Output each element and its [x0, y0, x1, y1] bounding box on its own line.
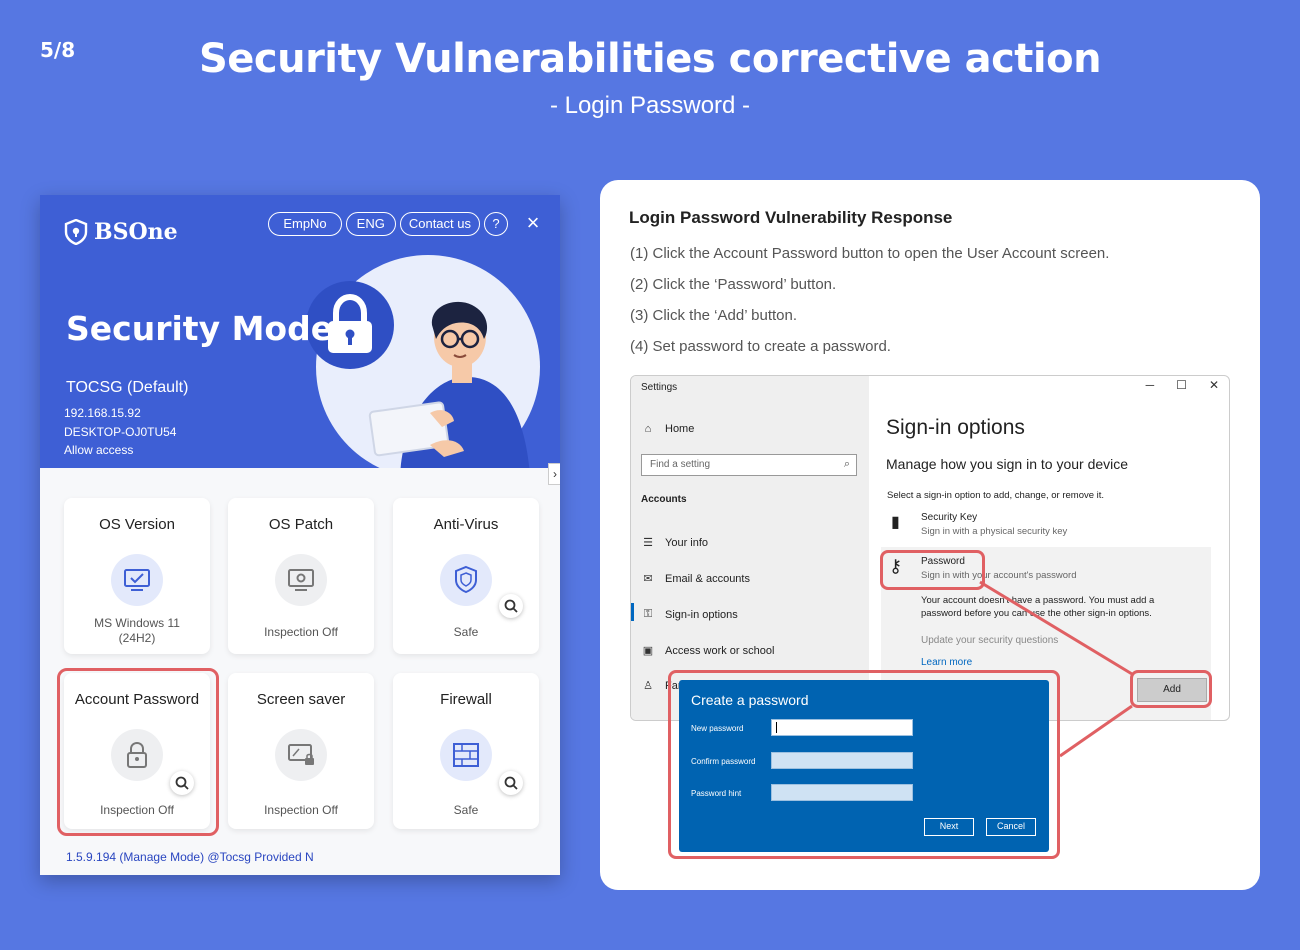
ip-address: 192.168.15.92 [64, 406, 141, 420]
monitor-gear-icon [275, 554, 327, 606]
card-title: Anti-Virus [433, 516, 499, 533]
nav-home[interactable]: ⌂ Home [641, 423, 695, 435]
card-title: Firewall [440, 691, 492, 708]
security-key-desc: Sign in with a physical security key [921, 526, 1068, 537]
card-title: OS Version [99, 516, 175, 533]
card-screen-saver[interactable]: Screen saver Inspection Off [228, 673, 374, 829]
page-description: Select a sign-in option to add, change, … [887, 490, 1105, 501]
create-password-dialog: Create a password New password Confirm p… [679, 680, 1049, 852]
step-3: (3) Click the ‘Add’ button. [630, 307, 798, 324]
home-icon: ⌂ [644, 423, 652, 435]
brand-name: BSOne [94, 219, 178, 245]
collapse-panel-button[interactable]: › [548, 463, 560, 485]
learn-more-link[interactable]: Learn more [921, 657, 972, 668]
card-os-patch[interactable]: OS Patch Inspection Off [228, 498, 374, 654]
text-caret [776, 722, 777, 733]
security-mode-title: Security Mode [66, 309, 334, 348]
card-status-detail: (24H2) [118, 631, 156, 645]
cancel-button[interactable]: Cancel [986, 818, 1036, 836]
language-button[interactable]: ENG [345, 212, 396, 236]
screen-lock-icon [275, 729, 327, 781]
find-setting-input[interactable]: Find a setting ⌕ [641, 454, 857, 476]
help-button[interactable]: ? [484, 212, 508, 236]
key-icon: ⚿ [643, 608, 653, 620]
bsone-window: BSOne EmpNo ENG Contact us ? × Security … [40, 195, 560, 875]
contact-us-button[interactable]: Contact us [399, 212, 480, 236]
close-button[interactable]: × [520, 211, 546, 237]
header-buttons: EmpNo ENG Contact us ? × [268, 211, 546, 237]
usb-key-icon: ▮ [891, 514, 900, 531]
nav-access-work[interactable]: ▣ Access work or school [641, 644, 775, 658]
nav-label: Your info [665, 536, 709, 549]
step-1: (1) Click the Account Password button to… [630, 245, 1110, 262]
selected-indicator [631, 603, 634, 621]
window-controls: ─ ☐ ✕ [1146, 378, 1219, 392]
update-security-questions: Update your security questions [921, 635, 1059, 646]
slide-title: Security Vulnerabilities corrective acti… [198, 36, 1102, 82]
card-anti-virus[interactable]: Anti-Virus Safe [393, 498, 539, 654]
password-message: Your account doesn't have a password. Yo… [921, 595, 1155, 619]
hostname: DESKTOP-OJ0TU54 [64, 425, 177, 439]
nav-label: Email & accounts [665, 572, 750, 585]
card-title: OS Patch [268, 516, 334, 533]
close-icon[interactable]: ✕ [1209, 378, 1219, 392]
family-icon: ♙ [643, 680, 653, 692]
card-status: Safe [453, 803, 479, 817]
minimize-icon[interactable]: ─ [1146, 378, 1155, 392]
card-os-version[interactable]: OS Version MS Windows 11 (24H2) [64, 498, 210, 654]
new-password-field[interactable] [771, 719, 913, 736]
section-label: Accounts [641, 494, 687, 505]
shield-icon [440, 554, 492, 606]
password-hint-field[interactable] [771, 784, 913, 801]
dialog-title: Create a password [691, 692, 809, 708]
step-2: (2) Click the ‘Password’ button. [630, 276, 837, 293]
nav-label: Sign-in options [665, 608, 738, 621]
organization-name: TOCSG (Default) [66, 379, 189, 396]
page-title: Sign-in options [886, 416, 1025, 439]
nav-label: Home [665, 423, 695, 435]
magnifier-icon[interactable] [499, 594, 523, 618]
card-firewall[interactable]: Firewall Safe [393, 673, 539, 829]
instruction-panel: Login Password Vulnerability Response (1… [600, 180, 1260, 890]
mail-icon: ✉ [643, 573, 653, 585]
page-subtitle: Manage how you sign in to your device [886, 456, 1129, 472]
briefcase-icon: ▣ [642, 645, 654, 657]
slide-subtitle: - Login Password - [549, 92, 751, 119]
shield-logo-icon [64, 219, 88, 245]
empno-button[interactable]: EmpNo [268, 212, 342, 236]
password-option-highlight [880, 550, 985, 590]
maximize-icon[interactable]: ☐ [1176, 378, 1187, 392]
firewall-icon [440, 729, 492, 781]
monitor-check-icon [111, 554, 163, 606]
person-list-icon: ☰ [643, 537, 653, 549]
search-icon: ⌕ [843, 458, 850, 470]
window-title: Settings [641, 382, 678, 393]
password-hint-label: Password hint [691, 789, 742, 798]
security-key-option[interactable]: Security Key [921, 512, 977, 523]
card-status: Inspection Off [264, 803, 338, 817]
version-footer: 1.5.9.194 (Manage Mode) @Tocsg Provided … [66, 850, 314, 864]
magnifier-icon[interactable] [499, 771, 523, 795]
card-title: Screen saver [256, 691, 346, 708]
confirm-password-label: Confirm password [691, 757, 756, 766]
next-button[interactable]: Next [924, 818, 974, 836]
nav-sign-in-options[interactable]: ⚿ Sign-in options [641, 608, 738, 621]
nav-email-accounts[interactable]: ✉ Email & accounts [641, 572, 750, 586]
nav-your-info[interactable]: ☰ Your info [641, 536, 709, 550]
card-status: Safe [453, 625, 479, 639]
add-button-highlight [1130, 670, 1212, 708]
nav-label: Access work or school [665, 644, 775, 657]
step-4: (4) Set password to create a password. [630, 338, 891, 355]
app-header: BSOne EmpNo ENG Contact us ? × Security … [40, 195, 560, 468]
card-status: Inspection Off [264, 625, 338, 639]
app-logo: BSOne [64, 219, 178, 245]
card-status: MS Windows 11 [94, 616, 180, 630]
account-password-highlight [57, 668, 219, 836]
panel-title: Login Password Vulnerability Response [629, 208, 953, 227]
search-placeholder: Find a setting [650, 459, 711, 470]
confirm-password-field[interactable] [771, 752, 913, 769]
access-status: Allow access [64, 443, 134, 457]
new-password-label: New password [691, 724, 744, 733]
